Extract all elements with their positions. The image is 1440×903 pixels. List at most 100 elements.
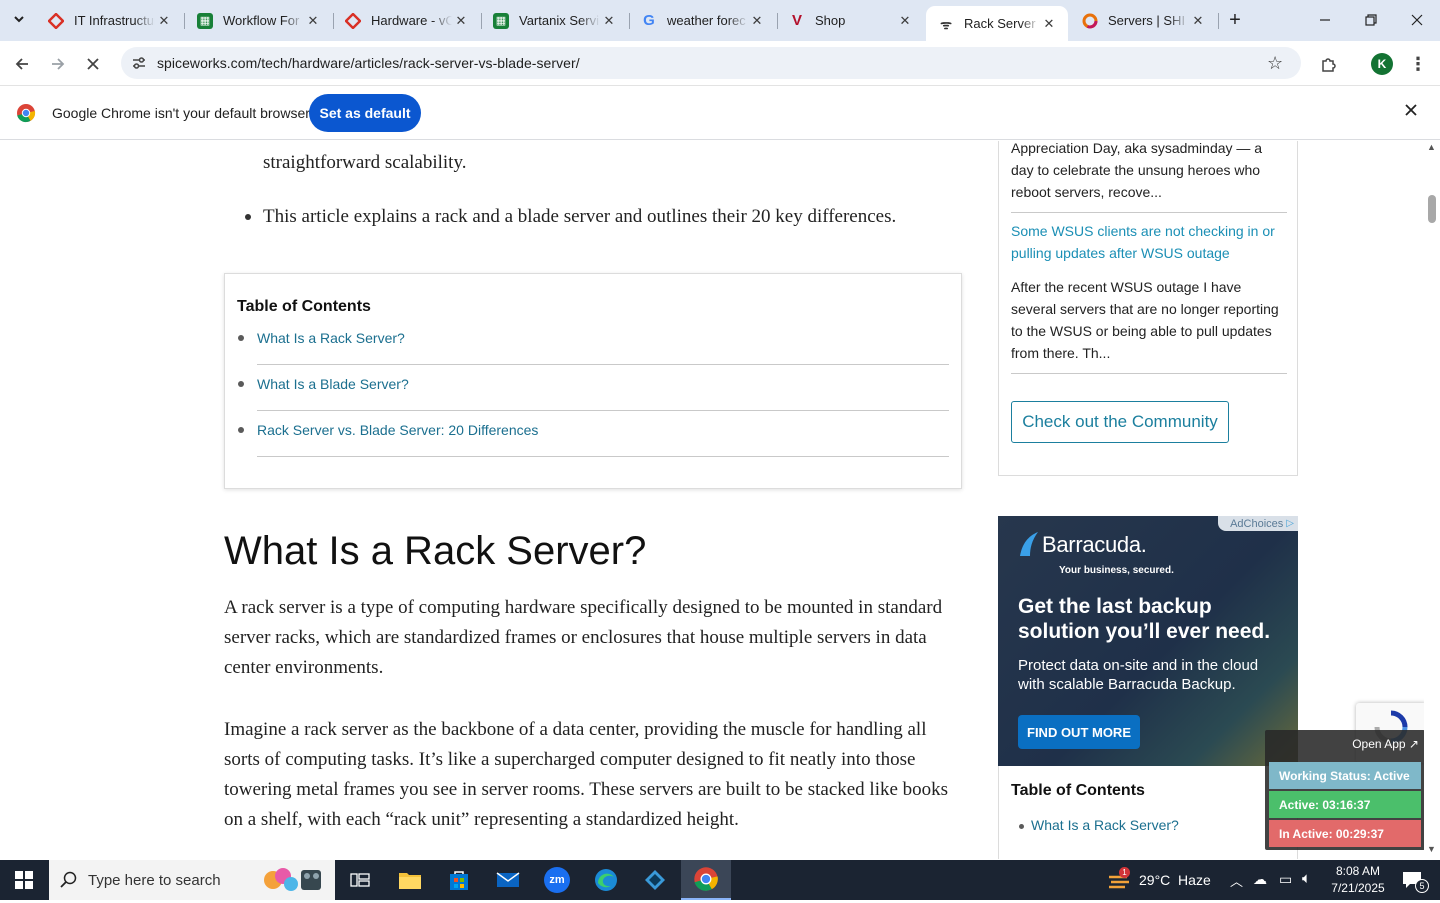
file-explorer-button[interactable] <box>386 860 434 900</box>
address-bar[interactable]: spiceworks.com/tech/hardware/articles/ra… <box>121 47 1301 79</box>
chevron-down-icon <box>14 16 24 23</box>
close-tab-icon[interactable]: ✕ <box>600 12 618 30</box>
toc-link-blade-server[interactable]: What Is a Blade Server? <box>257 376 409 392</box>
table-of-contents: Table of Contents What Is a Rack Server?… <box>224 273 962 489</box>
notification-center-button[interactable]: 5 <box>1394 860 1438 900</box>
toc-link-rack-server[interactable]: What Is a Rack Server? <box>257 330 405 346</box>
network-icon[interactable]: ▭ <box>1279 871 1292 888</box>
tab-hardware[interactable]: Hardware - vC ✕ <box>333 5 480 36</box>
chrome-menu-button[interactable]: ⋮ <box>1402 48 1434 80</box>
notification-count: 5 <box>1415 879 1429 893</box>
start-button[interactable] <box>0 860 48 900</box>
url-text[interactable]: spiceworks.com/tech/hardware/articles/ra… <box>157 55 580 71</box>
toc-item: What Is a Rack Server? <box>238 319 949 365</box>
scrollbar-thumb[interactable] <box>1428 195 1436 223</box>
tab-strip: IT Infrastructure ✕ ▦ Workflow For ✕ Har… <box>0 0 1440 41</box>
barracuda-tagline: Your business, secured. <box>1059 565 1174 576</box>
tab-shop[interactable]: V Shop ✕ <box>777 5 924 36</box>
forward-button[interactable] <box>42 48 74 80</box>
close-tab-icon[interactable]: ✕ <box>1189 12 1207 30</box>
bookmark-star-icon[interactable]: ☆ <box>1267 53 1283 74</box>
chrome-taskbar-button[interactable] <box>681 860 731 900</box>
scroll-up-arrow-icon[interactable]: ▲ <box>1427 142 1436 152</box>
chrome-logo-icon <box>16 103 36 128</box>
minimize-button[interactable] <box>1302 0 1348 40</box>
restore-button[interactable] <box>1348 0 1394 40</box>
clock[interactable]: 8:08 AM 7/21/2025 <box>1326 863 1390 897</box>
sidebar-toc-title: Table of Contents <box>1011 782 1145 799</box>
ad-body: Protect data on-site and in the cloud wi… <box>1018 657 1259 693</box>
shi-icon <box>1082 13 1098 29</box>
check-community-button[interactable]: Check out the Community <box>1011 401 1229 443</box>
new-tab-button[interactable]: + <box>1219 4 1251 36</box>
tab-weather[interactable]: G weather forec ✕ <box>629 5 776 36</box>
adchoices-icon: ▷ <box>1286 518 1294 529</box>
plus-icon: + <box>1229 8 1241 31</box>
mail-button[interactable] <box>484 860 532 900</box>
set-as-default-button[interactable]: Set as default <box>309 94 421 132</box>
close-icon <box>1411 14 1423 26</box>
v-logo-icon: V <box>791 12 802 29</box>
sidebar-toc: Table of Contents What Is a Rack Server? <box>998 766 1298 859</box>
time-tracker-widget: Open App ↗ Working Status: Active Active… <box>1265 730 1424 850</box>
folder-icon <box>399 873 421 889</box>
inactive-time-bar: In Active: 00:29:37 <box>1269 820 1421 847</box>
infobar-message: Google Chrome isn't your default browser <box>52 105 310 121</box>
zoom-app-button[interactable]: zm <box>533 860 581 900</box>
community-card: Appreciation Day, aka sysadminday — a da… <box>998 141 1298 476</box>
barracuda-brand: Barracuda. <box>1042 532 1147 557</box>
onedrive-icon[interactable]: ☁ <box>1253 871 1267 888</box>
avatar: K <box>1371 53 1393 75</box>
profile-avatar[interactable]: K <box>1366 48 1398 80</box>
toc-link-differences[interactable]: Rack Server vs. Blade Server: 20 Differe… <box>257 422 538 438</box>
site-info-icon[interactable] <box>131 55 147 76</box>
close-tab-icon[interactable]: ✕ <box>748 12 766 30</box>
toc-title: Table of Contents <box>237 298 371 315</box>
tab-vartanix[interactable]: ▦ Vartanix Servic ✕ <box>481 5 628 36</box>
edge-button[interactable] <box>582 860 630 900</box>
tab-shi-servers[interactable]: Servers | SHI ✕ <box>1070 5 1217 36</box>
article-partial-bullet: straightforward scalability. <box>263 152 467 173</box>
tab-workflow[interactable]: ▦ Workflow For ✕ <box>185 5 332 36</box>
vertical-scrollbar[interactable]: ▲ ▼ <box>1424 141 1440 859</box>
store-button[interactable] <box>435 860 483 900</box>
back-button[interactable] <box>6 48 38 80</box>
weather-widget[interactable]: 1 29°C Haze <box>1105 860 1223 900</box>
adchoices-text: AdChoices <box>1230 517 1284 530</box>
task-view-button[interactable] <box>336 860 384 900</box>
ad-find-out-more-button[interactable]: FIND OUT MORE <box>1018 715 1140 749</box>
close-tab-icon[interactable]: ✕ <box>155 12 173 30</box>
volume-icon[interactable]: 🔈︎ <box>1302 870 1311 887</box>
barracuda-logo: Barracuda. <box>1018 530 1147 558</box>
tab-rack-server[interactable]: ᯤ Rack Server vs ✕ <box>926 6 1068 41</box>
sheets-icon: ▦ <box>197 12 213 29</box>
working-status-bar: Working Status: Active <box>1269 762 1421 789</box>
open-app-link[interactable]: Open App ↗ <box>1352 737 1419 751</box>
tab-title: IT Infrastructure <box>74 13 155 28</box>
stop-loading-button[interactable] <box>77 48 109 80</box>
mail-icon <box>496 872 520 887</box>
tab-title: Hardware - vC <box>371 13 452 28</box>
close-tab-icon[interactable]: ✕ <box>1040 15 1058 33</box>
community-thread-link[interactable]: Some WSUS clients are not checking in or… <box>1011 220 1287 264</box>
tab-search-button[interactable] <box>4 4 34 34</box>
store-icon <box>450 871 468 890</box>
app-button-diamond[interactable] <box>631 860 679 900</box>
spiceworks-icon: ᯤ <box>940 16 952 32</box>
barracuda-ad[interactable]: AdChoices ▷ Barracuda. Your business, se… <box>998 516 1298 766</box>
taskbar-search-box[interactable]: Type here to search <box>49 860 335 900</box>
close-tab-icon[interactable]: ✕ <box>304 12 322 30</box>
show-hidden-icons-chevron-icon[interactable]: ︿ <box>1230 871 1243 890</box>
default-browser-infobar: Google Chrome isn't your default browser… <box>0 86 1440 140</box>
extensions-button[interactable] <box>1313 48 1345 80</box>
sidebar-toc-link[interactable]: What Is a Rack Server? <box>1031 817 1179 833</box>
tab-it-infrastructure[interactable]: IT Infrastructure ✕ <box>36 5 183 36</box>
toc-item: What Is a Blade Server? <box>238 365 949 411</box>
close-tab-icon[interactable]: ✕ <box>452 12 470 30</box>
scroll-down-arrow-icon[interactable]: ▼ <box>1427 844 1436 854</box>
adchoices-label[interactable]: AdChoices ▷ <box>1218 516 1298 531</box>
close-tab-icon[interactable]: ✕ <box>896 12 914 30</box>
sheets-icon: ▦ <box>493 12 509 29</box>
close-infobar-icon[interactable] <box>1404 103 1418 122</box>
close-window-button[interactable] <box>1394 0 1440 40</box>
